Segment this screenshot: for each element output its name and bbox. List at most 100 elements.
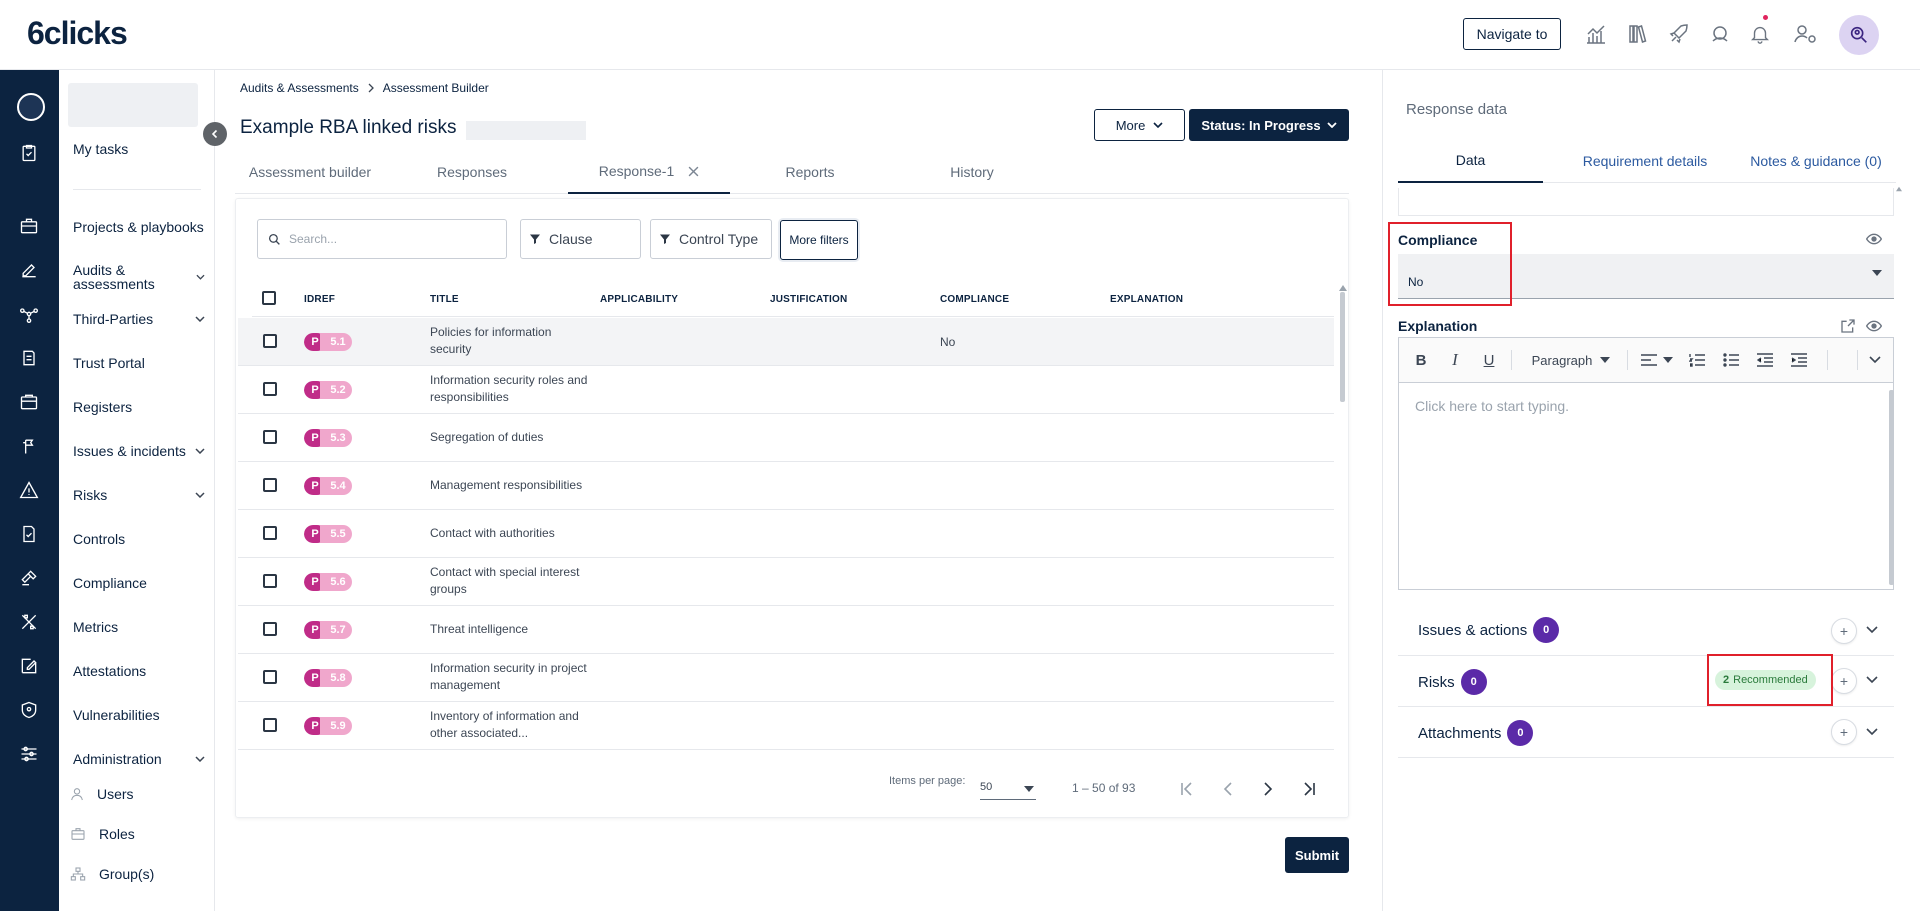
add-button[interactable]: + [1831,719,1857,745]
tab-data[interactable]: Data [1398,139,1543,183]
select-all-checkbox[interactable] [262,291,276,305]
table-scrollbar-thumb[interactable] [1340,292,1345,402]
table-row[interactable]: P 5.7 Threat intelligence [238,606,1334,654]
tab-notes-guidance[interactable]: Notes & guidance (0) [1736,139,1896,183]
sidebar-item-projects-and-playbooks[interactable]: Projects & playbooks [73,220,205,234]
sidebar-item-risks[interactable]: Risks [73,488,205,502]
items-per-page-select[interactable]: 50 [980,776,1036,800]
explanation-editor[interactable]: B I U Paragraph Click here to start typi… [1398,337,1894,590]
chevron-down-icon[interactable] [196,274,205,280]
tab-response-1[interactable]: Response-1 [568,150,730,194]
underline-icon[interactable]: U [1479,350,1499,370]
chevron-down-icon[interactable] [195,756,205,762]
bulleted-list-icon[interactable] [1719,350,1743,370]
navigate-to-button[interactable]: Navigate to [1463,18,1561,50]
row-checkbox[interactable] [263,574,277,588]
tasks-icon[interactable] [16,140,42,166]
risks-warning-icon[interactable] [16,477,42,503]
more-button[interactable]: More [1094,109,1185,141]
sidebar-sub-item-roles[interactable]: Roles [69,826,135,842]
table-row[interactable]: P 5.9 Inventory of information and other a… [238,702,1334,750]
more-tools-chevron-icon[interactable] [1865,350,1885,370]
row-checkbox[interactable] [263,670,277,684]
user-settings-icon[interactable] [1792,20,1820,48]
user-avatar[interactable] [1839,15,1879,55]
control-type-filter[interactable]: Control Type [650,219,772,259]
next-page-button[interactable] [1256,777,1280,801]
sidebar-item-attestations[interactable]: Attestations [73,664,205,678]
compliance-icon[interactable] [16,565,42,591]
editor-scrollbar-thumb[interactable] [1889,390,1894,585]
indent-icon[interactable] [1787,350,1811,370]
notification-bell-icon[interactable] [1746,15,1774,48]
chevron-down-icon[interactable] [195,316,205,322]
tab-requirement-details[interactable]: Requirement details [1560,139,1730,183]
tab-reports[interactable]: Reports [735,150,885,194]
row-checkbox[interactable] [263,622,277,636]
vulnerabilities-shield-icon[interactable] [16,697,42,723]
chevron-down-icon[interactable] [1866,728,1878,736]
table-row[interactable]: P 5.4 Management responsibilities [238,462,1334,510]
sidebar-item-controls[interactable]: Controls [73,532,205,546]
rocket-icon[interactable] [1665,20,1693,48]
collapse-sidebar-button[interactable] [203,122,227,146]
chevron-down-icon[interactable] [195,492,205,498]
row-checkbox[interactable] [263,718,277,732]
sidebar-sub-item-groups[interactable]: Group(s) [69,866,154,882]
align-select[interactable] [1635,350,1679,370]
table-row[interactable]: P 5.6 Contact with special interest groups [238,558,1334,606]
table-row[interactable]: P 5.1 Policies for information security No [238,318,1334,366]
row-checkbox[interactable] [263,478,277,492]
row-checkbox[interactable] [263,334,277,348]
sidebar-item-registers[interactable]: Registers [73,400,205,414]
more-filters-button[interactable]: More filters [780,220,858,260]
close-icon[interactable] [688,166,699,177]
submit-button[interactable]: Submit [1285,837,1349,873]
third-parties-icon[interactable] [16,301,42,327]
tab-history[interactable]: History [897,150,1047,194]
table-row[interactable]: P 5.8 Information security in project mana… [238,654,1334,702]
administration-sliders-icon[interactable] [16,741,42,767]
app-logo[interactable]: 6clicks [27,15,128,52]
registers-icon[interactable] [16,389,42,415]
numbered-list-icon[interactable] [1685,350,1709,370]
dashboard-chart-icon[interactable] [1582,20,1610,48]
issues-actions-section[interactable]: Issues & actions 0 + [1398,605,1894,656]
table-row[interactable]: P 5.5 Contact with authorities [238,510,1334,558]
bold-icon[interactable]: B [1411,350,1431,370]
table-row[interactable]: P 5.3 Segregation of duties [238,414,1334,462]
chevron-down-icon[interactable] [1866,676,1878,684]
column-header-idref[interactable]: IDREF [304,294,335,305]
sidebar-item-issues-and-incidents[interactable]: Issues & incidents [73,444,205,458]
attestations-icon[interactable] [16,653,42,679]
projects-icon[interactable] [16,213,42,239]
sidebar-item-vulnerabilities[interactable]: Vulnerabilities [73,708,205,722]
sidebar-item-audits-and-assessments[interactable]: Audits & assessments [73,263,205,291]
row-checkbox[interactable] [263,526,277,540]
library-icon[interactable] [1624,20,1652,48]
table-row[interactable]: P 5.2 Information security roles and respo… [238,366,1334,414]
eye-icon[interactable] [1866,233,1882,245]
metrics-icon[interactable] [16,609,42,635]
first-page-button[interactable] [1176,777,1200,801]
controls-icon[interactable] [16,521,42,547]
sidebar-item-compliance[interactable]: Compliance [73,576,205,590]
status-button[interactable]: Status: In Progress [1189,109,1349,141]
previous-page-button[interactable] [1216,777,1240,801]
column-header-title[interactable]: TITLE [430,294,459,305]
search-input[interactable]: Search... [257,219,507,259]
support-icon[interactable] [1706,20,1734,48]
attachments-section[interactable]: Attachments 0 + [1398,707,1894,758]
column-header-justification[interactable]: JUSTIFICATION [770,294,847,305]
sidebar-sub-item-users[interactable]: Users [69,786,134,802]
breadcrumb-link[interactable]: Audits & Assessments [240,81,359,95]
sidebar-item-trust-portal[interactable]: Trust Portal [73,356,205,370]
workspace-avatar[interactable] [17,93,45,121]
paragraph-style-select[interactable]: Paragraph [1523,350,1619,370]
sidebar-item-metrics[interactable]: Metrics [73,620,205,634]
add-button[interactable]: + [1831,668,1857,694]
previous-field[interactable] [1398,188,1894,216]
italic-icon[interactable]: I [1445,350,1465,370]
row-checkbox[interactable] [263,382,277,396]
sidebar-item-third-parties[interactable]: Third-Parties [73,312,205,326]
